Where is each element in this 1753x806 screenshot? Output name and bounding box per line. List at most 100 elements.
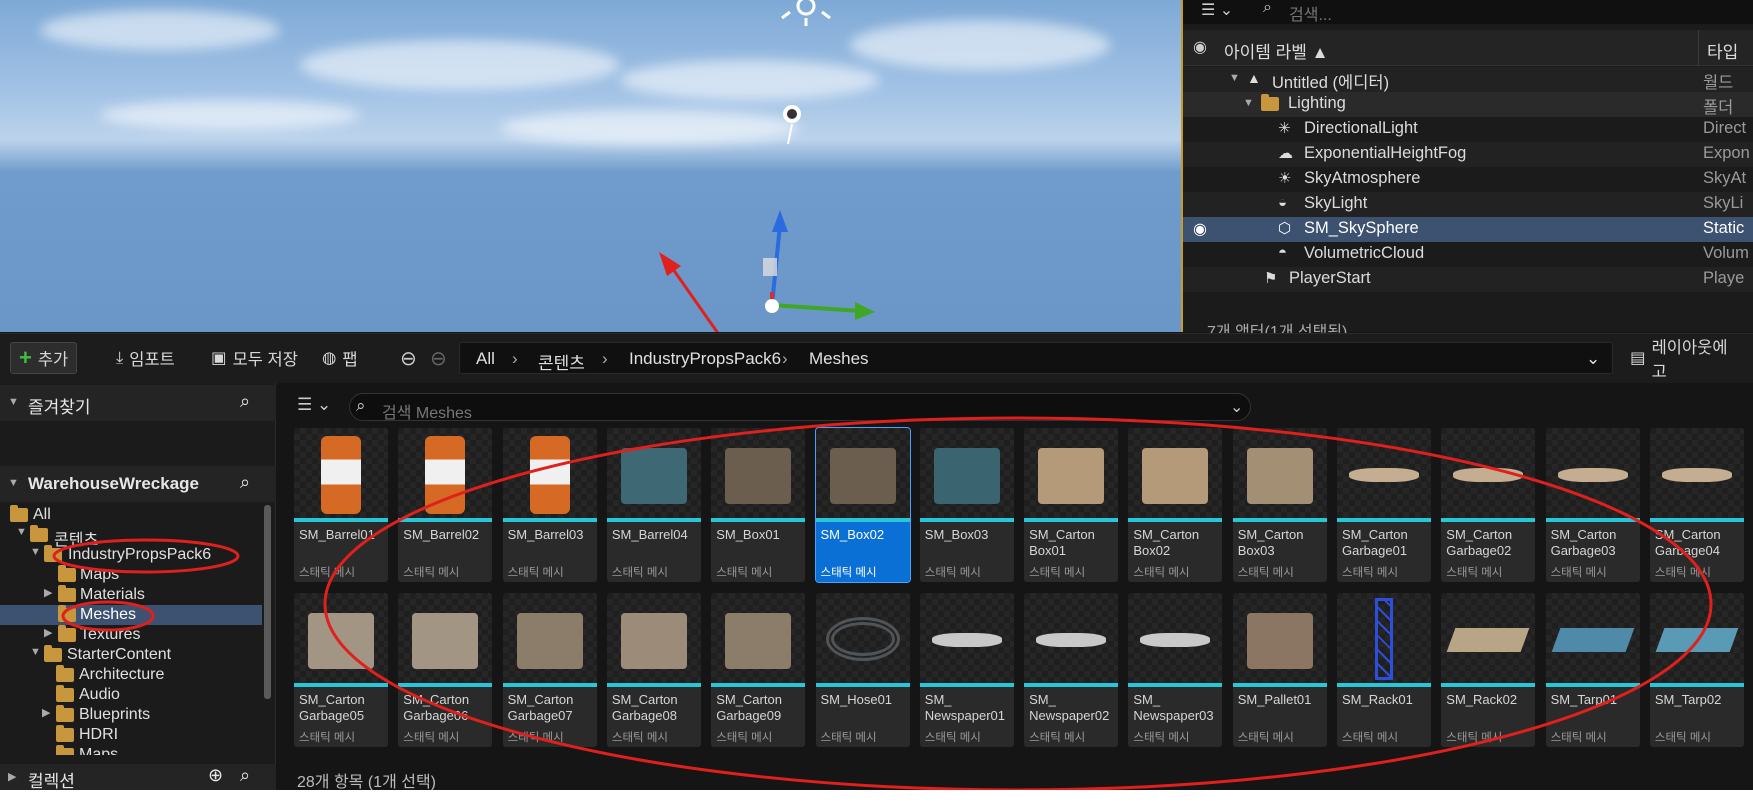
asset-tile[interactable]: SM_Carton Garbage05 스태틱 메시 bbox=[294, 593, 388, 747]
tree-item-industrypropspack6[interactable]: ▼ IndustryPropsPack6 bbox=[0, 545, 262, 565]
tree-item-maps[interactable]: Maps bbox=[0, 565, 262, 585]
tree-item-startercontent[interactable]: ▼ StarterContent bbox=[0, 645, 262, 665]
asset-type: 스태틱 메시 bbox=[820, 732, 877, 744]
chevron-down-icon[interactable]: ⌄ bbox=[1586, 349, 1600, 369]
save-all-button[interactable]: ▣ 모두 저장 bbox=[203, 342, 306, 374]
asset-tile[interactable]: SM_Barrel04 스태틱 메시 bbox=[606, 428, 701, 582]
expand-icon[interactable]: ▶ bbox=[44, 586, 52, 599]
breadcrumb-all[interactable]: All bbox=[476, 349, 495, 369]
expand-icon[interactable]: ▼ bbox=[30, 546, 41, 558]
level-viewport[interactable] bbox=[0, 0, 1181, 332]
asset-tile[interactable]: SM_Tarp02 스태틱 메시 bbox=[1649, 593, 1744, 747]
asset-tile[interactable]: SM_Rack01 스태틱 메시 bbox=[1337, 593, 1431, 747]
outliner-row-playerstart[interactable]: ⚑ PlayerStart Playe bbox=[1183, 267, 1753, 292]
asset-tile[interactable]: SM_Pallet01 스태틱 메시 bbox=[1232, 593, 1327, 747]
asset-name: SM_Carton Garbage02 bbox=[1446, 527, 1513, 558]
tree-item-textures[interactable]: ▶ Textures bbox=[0, 625, 262, 645]
column-type[interactable]: 타입 bbox=[1707, 38, 1738, 63]
asset-tile[interactable]: SM_ Newspaper02 스태틱 메시 bbox=[1024, 593, 1119, 747]
outliner-row-skysphere[interactable]: ◉ ⬡ SM_SkySphere Static bbox=[1183, 217, 1753, 242]
filter-icon[interactable]: ☰ ⌄ bbox=[297, 395, 331, 415]
fab-button[interactable]: ◍ 팹 bbox=[314, 342, 366, 374]
asset-tile[interactable]: SM_Barrel01 스태틱 메시 bbox=[294, 428, 388, 582]
tree-item-maps-2[interactable]: Maps bbox=[0, 745, 262, 755]
outliner-search-input[interactable]: 검색... bbox=[1289, 1, 1332, 25]
tree-item-materials[interactable]: ▶ Materials bbox=[0, 585, 262, 605]
asset-tile[interactable]: SM_Box02 스태틱 메시 bbox=[814, 427, 911, 583]
add-collection-icon[interactable]: ⊕ bbox=[208, 765, 223, 786]
eye-icon[interactable]: ◉ bbox=[1193, 37, 1207, 57]
asset-tile[interactable]: SM_Carton Box01 스태틱 메시 bbox=[1024, 428, 1119, 582]
chevron-down-icon[interactable]: ⌄ bbox=[1230, 397, 1243, 417]
favorites-header[interactable]: ▼ 즐겨찾기 ⌕ bbox=[0, 385, 276, 421]
asset-tile[interactable]: SM_Carton Box02 스태틱 메시 bbox=[1128, 428, 1223, 582]
outliner-search-bar[interactable]: ☰ ⌄ ⌕ 검색... bbox=[1183, 0, 1753, 24]
collections-header[interactable]: ▶ 컬렉션 ⊕ ⌕ bbox=[0, 764, 276, 790]
layout-icon: ▤ bbox=[1630, 349, 1646, 367]
mesh-preview bbox=[1453, 468, 1524, 482]
back-icon[interactable]: ⊖ bbox=[400, 346, 417, 371]
tree-item-audio[interactable]: Audio bbox=[0, 685, 262, 705]
asset-search-input[interactable]: ⌕ 검색 Meshes ⌄ bbox=[349, 393, 1251, 422]
asset-tile[interactable]: SM_Tarp01 스태틱 메시 bbox=[1545, 593, 1640, 747]
outliner-row-lighting[interactable]: ▼ Lighting 폴더 bbox=[1183, 92, 1753, 117]
project-header[interactable]: ▼ WarehouseWreckage ⌕ bbox=[0, 466, 276, 502]
outliner-row-skyatmosphere[interactable]: ☀ SkyAtmosphere SkyAt bbox=[1183, 167, 1753, 192]
asset-tile[interactable]: SM_Barrel02 스태틱 메시 bbox=[398, 428, 493, 582]
asset-tile[interactable]: SM_ Newspaper01 스태틱 메시 bbox=[919, 593, 1014, 747]
expand-icon[interactable]: ▶ bbox=[44, 626, 52, 639]
asset-tile[interactable]: SM_Barrel03 스태틱 메시 bbox=[502, 428, 597, 582]
tree-item-blueprints[interactable]: ▶ Blueprints bbox=[0, 705, 262, 725]
tree-scrollbar[interactable] bbox=[264, 505, 271, 699]
asset-name: SM_Carton Box02 bbox=[1133, 527, 1200, 558]
asset-tile[interactable]: SM_ Newspaper03 스태틱 메시 bbox=[1128, 593, 1223, 747]
asset-type-bar bbox=[1545, 518, 1640, 522]
expand-icon[interactable]: ▼ bbox=[30, 646, 41, 658]
collapse-icon[interactable]: ▼ bbox=[8, 396, 19, 408]
asset-tile[interactable]: SM_Rack02 스태틱 메시 bbox=[1441, 593, 1536, 747]
collapse-icon[interactable]: ▼ bbox=[8, 477, 19, 489]
asset-tile[interactable]: SM_Carton Garbage01 스태틱 메시 bbox=[1337, 428, 1431, 582]
asset-tile[interactable]: SM_Carton Garbage04 스태틱 메시 bbox=[1649, 428, 1744, 582]
asset-tile[interactable]: SM_Carton Garbage06 스태틱 메시 bbox=[398, 593, 493, 747]
search-icon[interactable]: ⌕ bbox=[240, 391, 250, 412]
outliner-row-world[interactable]: ▼ ▲ Untitled (에디터) 월드 bbox=[1183, 67, 1753, 92]
column-divider[interactable] bbox=[1698, 30, 1699, 66]
filter-icon[interactable]: ☰ ⌄ bbox=[1201, 0, 1233, 20]
import-button[interactable]: ⤓ 임포트 bbox=[108, 342, 183, 374]
expand-icon[interactable]: ▶ bbox=[8, 770, 16, 783]
layout-button[interactable]: ▤ 레이아웃에 고 bbox=[1622, 339, 1753, 381]
asset-type-bar bbox=[1337, 683, 1431, 687]
column-item-label[interactable]: 아이템 라벨 ▲ bbox=[1224, 38, 1328, 63]
tree-item-hdri[interactable]: HDRI bbox=[0, 725, 262, 745]
outliner-row-skylight[interactable]: ◒ SkyLight SkyLi bbox=[1183, 192, 1753, 217]
outliner-row-volumetriccloud[interactable]: ◓ VolumetricCloud Volum bbox=[1183, 242, 1753, 267]
tree-item-content[interactable]: ▼ 콘텐츠 bbox=[0, 525, 262, 549]
asset-name: SM_Tarp02 bbox=[1654, 692, 1722, 707]
asset-tile[interactable]: SM_Carton Garbage09 스태틱 메시 bbox=[711, 593, 806, 747]
forward-icon[interactable]: ⊖ bbox=[430, 346, 447, 371]
outliner-row-fog[interactable]: ☁ ExponentialHeightFog Expon bbox=[1183, 142, 1753, 167]
expand-icon[interactable]: ▼ bbox=[16, 526, 27, 538]
asset-tile[interactable]: SM_Carton Garbage03 스태틱 메시 bbox=[1545, 428, 1640, 582]
asset-tile[interactable]: SM_Hose01 스태틱 메시 bbox=[815, 593, 910, 747]
breadcrumb-content[interactable]: 콘텐츠 bbox=[538, 349, 585, 374]
tree-item-all[interactable]: All bbox=[0, 505, 262, 525]
asset-tile[interactable]: SM_Box03 스태틱 메시 bbox=[919, 428, 1014, 582]
search-icon[interactable]: ⌕ bbox=[240, 765, 250, 786]
asset-tile[interactable]: SM_Carton Garbage07 스태틱 메시 bbox=[502, 593, 597, 747]
asset-tile[interactable]: SM_Carton Garbage02 스태틱 메시 bbox=[1441, 428, 1536, 582]
expand-icon[interactable]: ▶ bbox=[42, 706, 50, 719]
asset-tile[interactable]: SM_Carton Box03 스태틱 메시 bbox=[1232, 428, 1327, 582]
search-icon[interactable]: ⌕ bbox=[240, 472, 250, 493]
breadcrumb-meshes[interactable]: Meshes bbox=[809, 349, 869, 369]
asset-thumbnail bbox=[919, 428, 1014, 518]
tree-item-meshes[interactable]: Meshes bbox=[0, 605, 262, 625]
outliner-row-directionallight[interactable]: ✳ DirectionalLight Direct bbox=[1183, 117, 1753, 142]
breadcrumb-pack[interactable]: IndustryPropsPack6 bbox=[629, 349, 781, 369]
asset-tile[interactable]: SM_Box01 스태틱 메시 bbox=[711, 428, 806, 582]
asset-tile[interactable]: SM_Carton Garbage08 스태틱 메시 bbox=[606, 593, 701, 747]
add-button[interactable]: + 추가 bbox=[10, 342, 78, 374]
tree-item-architecture[interactable]: Architecture bbox=[0, 665, 262, 685]
eye-icon[interactable]: ◉ bbox=[1193, 219, 1207, 239]
